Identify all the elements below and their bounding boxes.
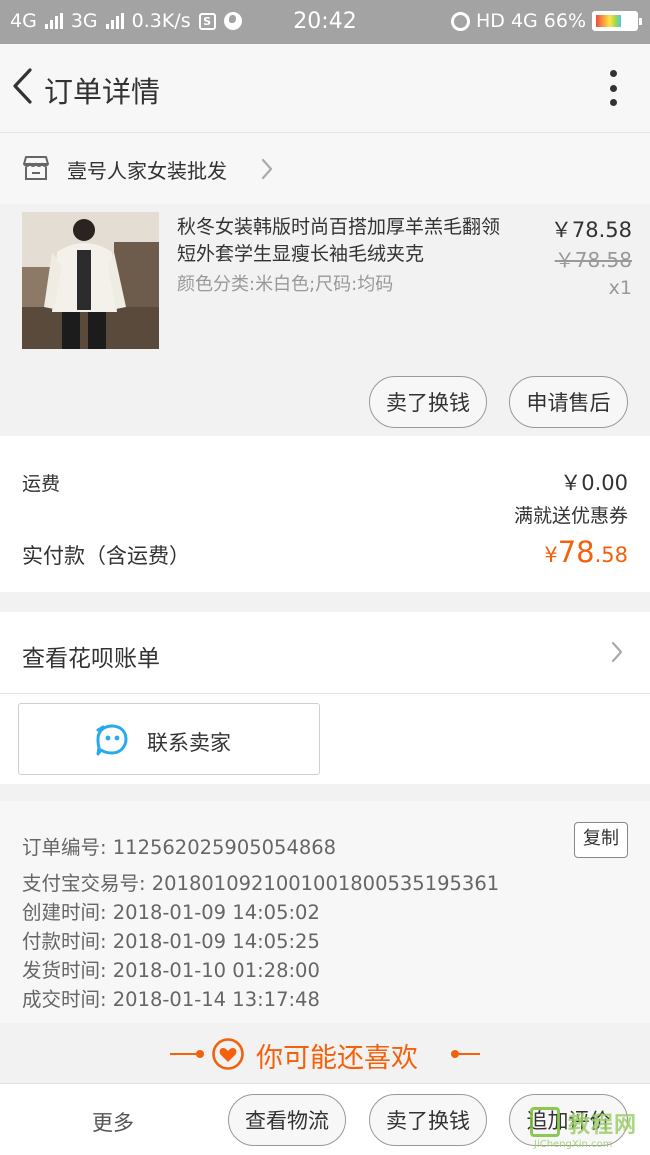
network-type: HD 4G [475,10,538,32]
chevron-right-icon [611,641,623,663]
completed-time: 成交时间: 2018-01-14 13:17:48 [22,988,320,1011]
paid-decimal: .58 [594,543,628,567]
shipping-value: ￥0.00 [560,471,628,495]
battery-fill [596,15,622,27]
paid-time: 付款时间: 2018-01-09 14:05:25 [22,930,320,953]
more-vertical-icon[interactable] [608,70,618,106]
coupon-text: 满就送优惠券 [513,505,628,527]
after-sales-button[interactable]: 申请售后 [509,376,628,428]
order-info: 订单编号: 112562025905054868 复制 支付宝交易号: 2018… [0,801,650,1023]
chevron-right-icon [261,158,273,180]
battery-percent: 66% [543,10,586,32]
contact-seller-button[interactable]: 联系卖家 [18,703,320,775]
created-time: 创建时间: 2018-01-09 14:05:02 [22,901,320,924]
dot-left [196,1050,204,1058]
alarm-icon [450,11,470,31]
product-thumbnail[interactable] [22,212,159,349]
page-title: 订单详情 [44,75,161,109]
status-bar: 4G 3G 0.3K/s S 20:42 HD 4G 66% [0,0,650,44]
paid-amount: ¥78.58 [544,535,628,569]
watermark-text: 教程网 [568,1113,638,1138]
view-logistics-button[interactable]: 查看物流 [228,1094,346,1146]
recommend-title: 你可能还喜欢 [256,1043,418,1074]
recommend-header: 你可能还喜欢 [0,1025,650,1083]
heart-icon [212,1038,244,1070]
fee-section: 运费 ￥0.00 满就送优惠券 实付款（含运费） ¥78.58 [0,436,650,592]
product-title[interactable]: 秋冬女装韩版时尚百搭加厚羊羔毛翻领短外套学生显瘦长袖毛绒夹克 [177,214,507,268]
status-right: HD 4G 66% [450,10,642,32]
original-price: ￥78.58 [554,248,632,272]
paid-label: 实付款（含运费） [22,544,190,568]
more-button[interactable]: 更多 [92,1107,134,1137]
shipping-label: 运费 [22,473,61,495]
contact-area: 联系卖家 [0,694,650,784]
resell-button-bottom[interactable]: 卖了换钱 [369,1094,487,1146]
chevron-left-icon[interactable] [10,66,36,106]
store-icon [23,156,49,180]
watermark: 教程网 JiChengXin.com [528,1103,646,1153]
paid-currency: ¥ [544,543,558,567]
product-quantity: x1 [608,277,632,299]
contact-seller-label[interactable]: 联系卖家 [147,727,231,757]
paid-integer: 78 [557,535,595,569]
copy-button[interactable]: 复制 [574,822,628,858]
huabei-label[interactable]: 查看花呗账单 [22,639,160,673]
resell-button[interactable]: 卖了换钱 [369,376,487,428]
product-card[interactable]: 秋冬女装韩版时尚百搭加厚羊羔毛翻领短外套学生显瘦长袖毛绒夹克 颜色分类:米白色;… [0,204,650,436]
alipay-trade-number: 支付宝交易号: 2018010921001001800535195361 [22,872,500,895]
product-price: ￥78.58 [550,218,632,242]
watermark-logo [530,1107,560,1137]
top-bar: 订单详情 [0,44,650,132]
watermark-url: JiChengXin.com [534,1139,613,1150]
divider-right [452,1053,480,1055]
order-number: 订单编号: 112562025905054868 [22,836,337,859]
shipped-time: 发货时间: 2018-01-10 01:28:00 [22,959,320,982]
product-sku: 颜色分类:米白色;尺码:均码 [177,274,394,295]
huabei-bill-row[interactable]: 查看花呗账单 [0,612,650,694]
chat-bubble-icon [96,724,128,756]
battery-icon [592,11,642,31]
shop-name[interactable]: 壹号人家女装批发 [67,155,227,184]
shop-row[interactable]: 壹号人家女装批发 [0,132,650,204]
divider-left [170,1053,198,1055]
